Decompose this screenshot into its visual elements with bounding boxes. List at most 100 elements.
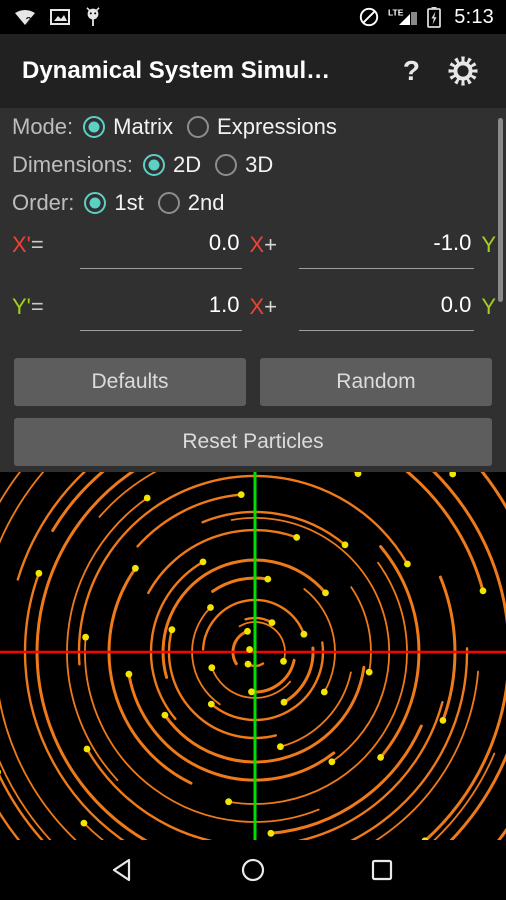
mode-label: Mode:	[12, 114, 74, 139]
particle-dot	[125, 670, 133, 678]
particle-dot	[246, 646, 254, 653]
dimensions-label: Dimensions:	[12, 152, 134, 177]
radio-order-1st[interactable]: 1st	[84, 190, 144, 216]
particle-dot	[237, 491, 245, 498]
suffix-var-y: Y	[481, 294, 496, 319]
nav-back-button[interactable]	[100, 846, 148, 894]
field-underline	[80, 330, 243, 331]
equation-x-term1-suffix: X+	[244, 226, 277, 258]
app-bar-actions: ?	[403, 56, 488, 86]
radio-selected-icon	[84, 192, 107, 214]
order-label: Order:	[12, 190, 75, 215]
particle-dot	[248, 688, 255, 696]
battery-charging-icon	[427, 6, 442, 28]
phase-portrait	[0, 472, 506, 840]
random-button[interactable]: Random	[260, 358, 492, 406]
particle-dot	[207, 604, 214, 611]
equation-x-term2-suffix: Y	[476, 226, 496, 258]
radio-dimensions-2d[interactable]: 2D	[143, 152, 201, 178]
particle-dot	[377, 754, 384, 761]
particle-dot	[280, 657, 287, 665]
equation-y-term-2: 0.0 Y	[277, 288, 496, 331]
particle-dot	[143, 494, 151, 502]
dimensions-row: Dimensions: 2D 3D	[0, 146, 506, 184]
nav-home-button[interactable]	[229, 846, 277, 894]
preset-button-row: Defaults Random	[0, 346, 506, 406]
status-bar: ? LTE 5:13	[0, 0, 506, 34]
equation-y-coeff-x-value: 1.0	[208, 292, 240, 317]
settings-panel[interactable]: Mode: Matrix Expressions Dimensions: 2D …	[0, 108, 506, 472]
equation-x-coeff-x-value: 0.0	[208, 230, 240, 255]
radio-unselected-icon	[157, 192, 180, 214]
particle-dot	[280, 698, 288, 706]
particle-dot	[277, 743, 284, 751]
nav-recents-button[interactable]	[358, 846, 406, 894]
particle-dot	[479, 587, 487, 595]
particle-dot	[168, 626, 176, 634]
particle-dot	[320, 688, 328, 696]
app-screen: ? LTE 5:13 Dynamical System Simul… ? Mod…	[0, 0, 506, 900]
radio-unselected-icon	[215, 154, 238, 176]
particle-dot	[35, 569, 43, 577]
radio-selected-icon	[143, 154, 166, 176]
particle-dot	[365, 668, 373, 676]
radio-mode-expressions[interactable]: Expressions	[187, 114, 337, 140]
equation-x-coeff-x-field[interactable]: 0.0	[58, 226, 244, 269]
back-triangle-icon	[113, 858, 131, 882]
particle-dot	[244, 627, 251, 635]
settings-scrollbar[interactable]	[498, 118, 503, 302]
radio-unselected-icon	[187, 116, 210, 138]
help-icon[interactable]: ?	[403, 57, 420, 85]
defaults-button[interactable]: Defaults	[14, 358, 246, 406]
equation-x-variable: X'	[12, 232, 31, 257]
particle-dot	[82, 633, 89, 641]
particle-dot	[328, 758, 336, 766]
radio-mode-matrix[interactable]: Matrix	[83, 114, 173, 140]
suffix-plus: +	[264, 232, 277, 257]
equation-y-coeff-y-value: 0.0	[440, 292, 472, 317]
reset-particles-button[interactable]: Reset Particles	[14, 418, 492, 466]
particle-dot	[404, 560, 411, 568]
equation-x-equals: =	[30, 232, 44, 257]
particle-dot	[244, 660, 252, 668]
radio-mode-expressions-label: Expressions	[217, 114, 337, 139]
particle-dot	[161, 711, 169, 719]
equation-x-lhs: X'=	[12, 226, 58, 258]
radio-dimensions-3d-label: 3D	[245, 152, 274, 177]
equation-y-coeff-y-field[interactable]: 0.0	[277, 288, 476, 331]
simulation-canvas[interactable]	[0, 472, 506, 840]
equation-y-variable: Y'	[12, 294, 31, 319]
lte-label: LTE	[388, 8, 404, 18]
lte-signal-icon: LTE	[388, 8, 418, 25]
status-bar-right-icons: LTE 5:13	[359, 6, 494, 29]
particle-dot	[132, 564, 139, 572]
recents-square-icon	[371, 859, 392, 881]
home-circle-icon	[241, 858, 265, 882]
field-underline	[299, 330, 475, 331]
radio-order-2nd[interactable]: 2nd	[157, 190, 224, 216]
app-title: Dynamical System Simul…	[22, 57, 331, 84]
order-row: Order: 1st 2nd	[0, 184, 506, 222]
radio-mode-matrix-label: Matrix	[113, 114, 174, 139]
status-bar-clock: 5:13	[454, 5, 494, 28]
particle-dot	[208, 664, 216, 672]
particle-dot	[207, 700, 215, 708]
particle-dot	[267, 829, 275, 837]
radio-order-1st-label: 1st	[114, 190, 144, 215]
equation-y-term2-suffix: Y	[476, 288, 496, 320]
radio-dimensions-3d[interactable]: 3D	[215, 152, 273, 178]
equation-x-term-2: -1.0 Y	[277, 226, 496, 269]
equation-y-term-1: 1.0 X+	[58, 288, 277, 331]
equation-y-coeff-x-field[interactable]: 1.0	[58, 288, 244, 331]
field-underline	[299, 268, 475, 269]
status-bar-left-icons: ?	[14, 7, 102, 27]
android-nav-bar	[0, 840, 506, 900]
particle-dot	[199, 558, 207, 566]
equation-x-coeff-y-field[interactable]: -1.0	[277, 226, 476, 269]
mode-row: Mode: Matrix Expressions	[0, 108, 506, 146]
suffix-var-x: X	[249, 232, 265, 257]
particle-dot	[225, 798, 233, 806]
suffix-var-x: X	[249, 294, 265, 319]
settings-gear-button[interactable]	[448, 56, 478, 86]
field-underline	[80, 268, 243, 269]
